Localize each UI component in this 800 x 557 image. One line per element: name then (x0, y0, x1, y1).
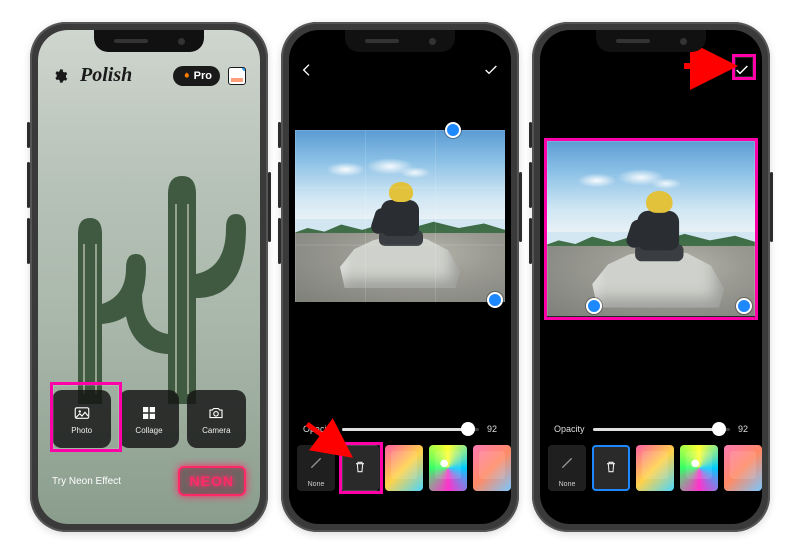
notch (596, 30, 706, 52)
back-icon[interactable] (299, 62, 315, 78)
bg-preset-2[interactable] (429, 445, 467, 491)
bg-none-button[interactable]: None (297, 445, 335, 491)
flame-icon (181, 71, 191, 81)
editor-top-bar (299, 58, 501, 82)
bg-preset-3[interactable] (473, 445, 511, 491)
confirm-button[interactable] (481, 60, 501, 80)
edited-photo (295, 130, 505, 302)
tutorial-row: Polish Pro Photo Collage (30, 22, 770, 536)
pro-badge[interactable]: Pro (173, 66, 220, 86)
home-header: Polish Pro (52, 64, 246, 87)
opacity-label: Opacity (303, 424, 334, 434)
bg-none-label: None (308, 481, 325, 488)
phone-step-2: Opacity 92 None (281, 22, 519, 532)
bg-preset-1[interactable] (385, 445, 423, 491)
opacity-control: Opacity 92 (303, 424, 497, 434)
bg-delete-button[interactable] (592, 445, 630, 491)
settings-icon[interactable] (52, 68, 68, 84)
notch (94, 30, 204, 52)
bg-preset-2[interactable] (680, 445, 718, 491)
phone-step-1: Polish Pro Photo Collage (30, 22, 268, 532)
bg-preset-1[interactable] (636, 445, 674, 491)
rotate-handle-icon[interactable] (445, 122, 461, 138)
collage-button[interactable]: Collage (119, 390, 178, 448)
bg-none-button[interactable]: None (548, 445, 586, 491)
notch (345, 30, 455, 52)
opacity-slider[interactable] (342, 428, 479, 431)
bg-none-label: None (559, 481, 576, 488)
opacity-value: 92 (487, 424, 497, 434)
background-thumb-row: None (297, 442, 511, 494)
highlight-photo-button (50, 382, 122, 452)
slash-icon (559, 455, 575, 471)
bg-preset-3[interactable] (724, 445, 762, 491)
slider-thumb-icon[interactable] (712, 422, 726, 436)
editor-top-bar (550, 58, 752, 82)
app-name: Polish (80, 64, 132, 87)
phone-step-3: Opacity 92 None (532, 22, 770, 532)
gallery-shortcut-icon[interactable] (228, 67, 246, 85)
opacity-control: Opacity 92 (554, 424, 748, 434)
slider-thumb-icon[interactable] (461, 422, 475, 436)
trash-icon (603, 459, 619, 475)
opacity-value: 92 (738, 424, 748, 434)
collage-button-label: Collage (135, 426, 162, 435)
background-thumb-row: None (548, 442, 762, 494)
slash-icon (308, 455, 324, 471)
pro-label: Pro (194, 70, 212, 82)
highlight-edited-canvas (544, 138, 758, 320)
try-neon-label[interactable]: Try Neon Effect (52, 476, 121, 487)
photo-subject[interactable] (340, 178, 460, 288)
camera-button[interactable]: Camera (187, 390, 246, 448)
check-icon (483, 62, 499, 78)
editor-canvas[interactable] (295, 130, 505, 302)
home-footer: Try Neon Effect NEON (52, 466, 246, 496)
camera-icon (207, 404, 225, 422)
collage-icon (140, 404, 158, 422)
highlight-delete-thumb (339, 442, 383, 494)
neon-badge[interactable]: NEON (178, 466, 246, 496)
opacity-label: Opacity (554, 424, 585, 434)
opacity-slider[interactable] (593, 428, 730, 431)
highlight-confirm-button (732, 54, 756, 80)
camera-button-label: Camera (202, 426, 230, 435)
scale-handle-icon[interactable] (487, 292, 503, 308)
